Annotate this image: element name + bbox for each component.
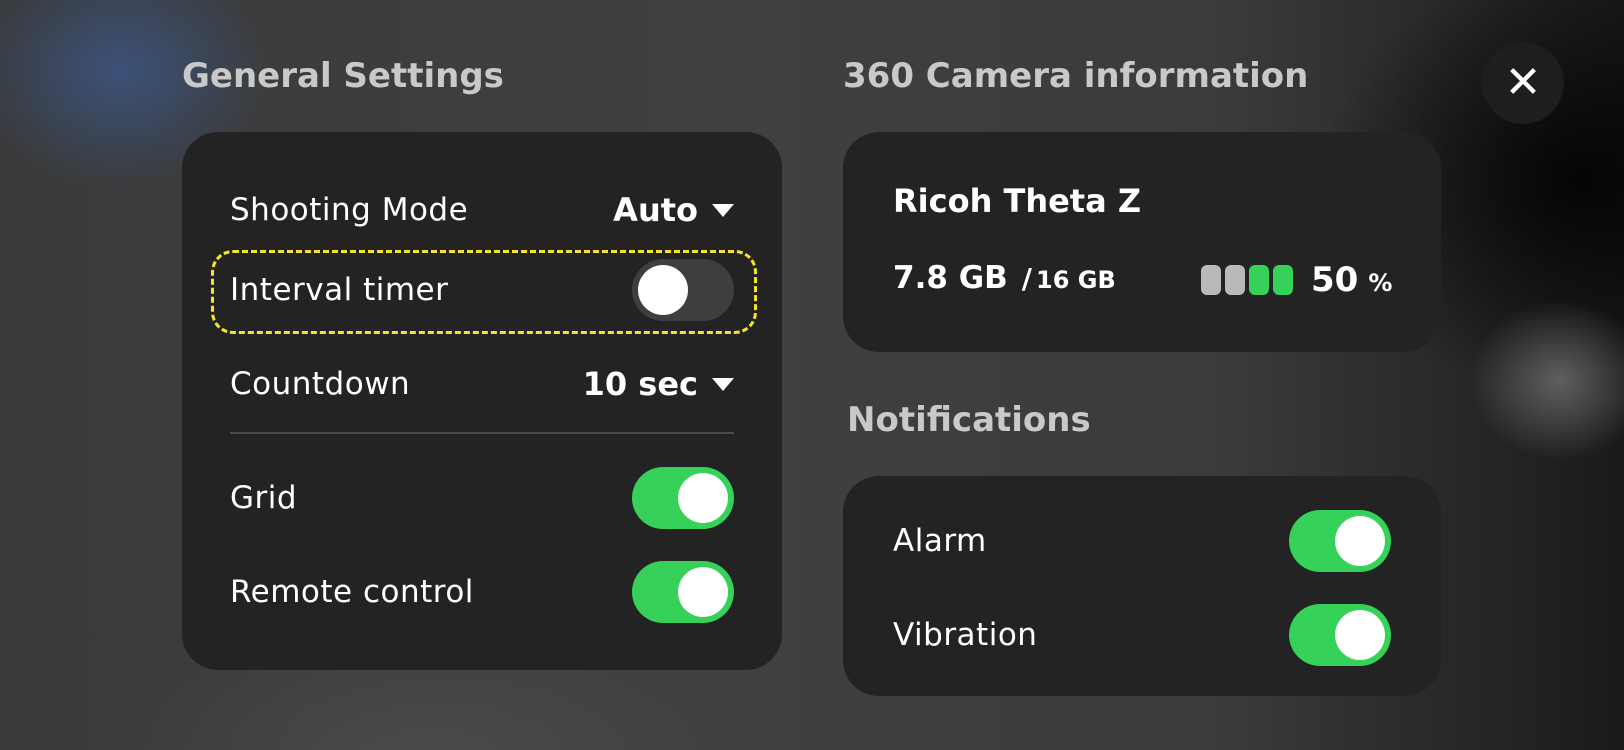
interval-timer-label: Interval timer	[230, 272, 449, 308]
battery-percent-value: 50	[1311, 260, 1359, 300]
general-settings-title: General Settings	[182, 56, 504, 96]
grid-toggle[interactable]	[632, 467, 734, 529]
storage-separator: /	[1021, 262, 1033, 295]
grid-label: Grid	[230, 480, 298, 516]
camera-info-title: 360 Camera information	[843, 56, 1309, 96]
camera-name: Ricoh Theta Z	[893, 182, 1142, 220]
battery-cell	[1273, 265, 1293, 295]
countdown-value: 10 sec	[582, 365, 698, 403]
storage-total: 16 GB	[1036, 266, 1116, 294]
countdown-row: Countdown 10 sec	[230, 354, 734, 414]
remote-control-label: Remote control	[230, 574, 474, 610]
toggle-knob	[1335, 610, 1385, 660]
alarm-row: Alarm	[893, 510, 1391, 572]
battery-percent-unit: %	[1368, 269, 1393, 297]
divider	[230, 432, 734, 434]
vibration-toggle[interactable]	[1289, 604, 1391, 666]
alarm-toggle[interactable]	[1289, 510, 1391, 572]
camera-info-card: Ricoh Theta Z 7.8 GB / 16 GB 50 %	[843, 132, 1441, 352]
toggle-knob	[678, 473, 728, 523]
countdown-label: Countdown	[230, 366, 411, 402]
remote-control-toggle[interactable]	[632, 561, 734, 623]
toggle-knob	[678, 567, 728, 617]
storage-info: 7.8 GB / 16 GB	[893, 260, 1116, 296]
vibration-label: Vibration	[893, 617, 1038, 653]
grid-row: Grid	[230, 466, 734, 530]
vibration-row: Vibration	[893, 604, 1391, 666]
storage-used: 7.8 GB	[893, 260, 1008, 296]
remote-control-row: Remote control	[230, 560, 734, 624]
interval-timer-row: Interval timer	[230, 258, 734, 322]
toggle-knob	[638, 265, 688, 315]
countdown-select[interactable]: 10 sec	[583, 365, 734, 403]
battery-icon	[1201, 265, 1293, 295]
battery-percentage: 50 %	[1311, 260, 1392, 300]
toggle-knob	[1335, 516, 1385, 566]
alarm-label: Alarm	[893, 523, 987, 559]
close-button[interactable]: ✕	[1482, 42, 1564, 124]
chevron-down-icon	[712, 377, 734, 391]
shooting-mode-select[interactable]: Auto	[613, 191, 734, 229]
chevron-down-icon	[712, 203, 734, 217]
battery-cell	[1249, 265, 1269, 295]
battery-cell	[1201, 265, 1221, 295]
shooting-mode-row: Shooting Mode Auto	[230, 180, 734, 240]
close-icon: ✕	[1504, 57, 1542, 108]
general-settings-card: Shooting Mode Auto Interval timer Countd…	[182, 132, 782, 670]
interval-timer-toggle[interactable]	[632, 259, 734, 321]
shooting-mode-label: Shooting Mode	[230, 192, 469, 228]
notifications-title: Notifications	[847, 400, 1091, 440]
shooting-mode-value: Auto	[613, 191, 698, 229]
battery-cell	[1225, 265, 1245, 295]
notifications-card: Alarm Vibration	[843, 476, 1441, 696]
